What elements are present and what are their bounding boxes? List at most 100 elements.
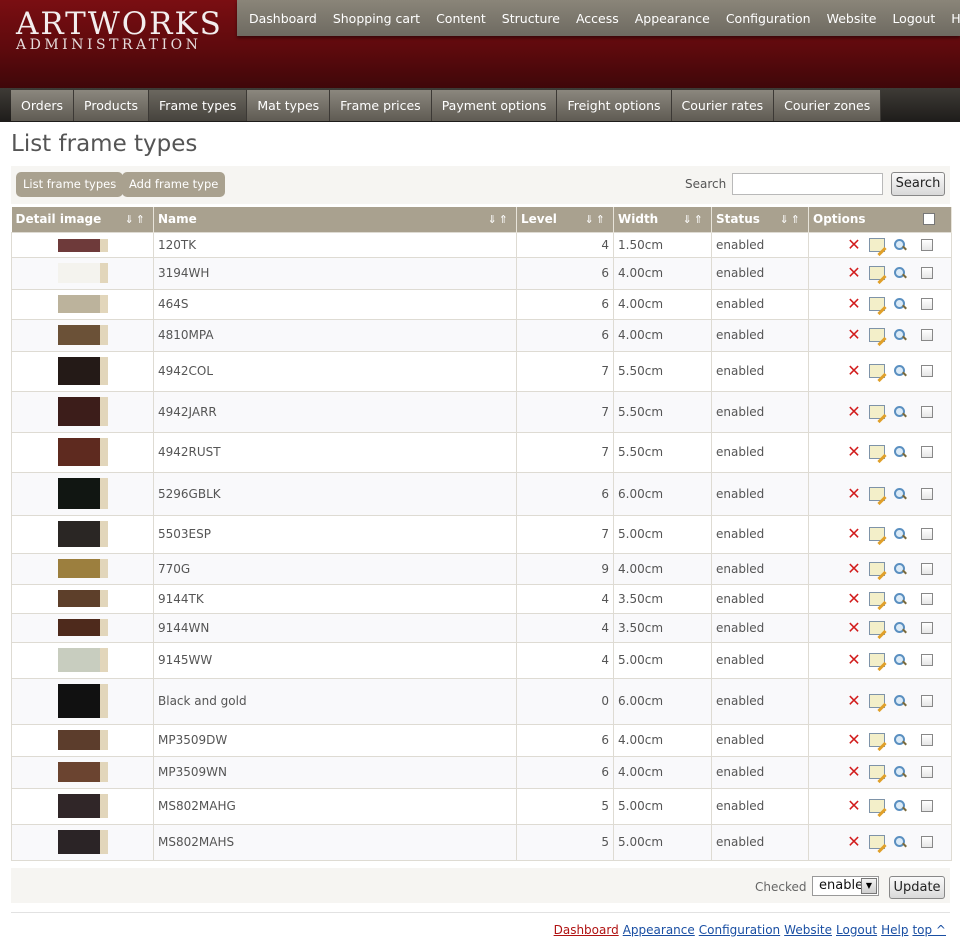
sort-arrows-icon[interactable]: ⇓⇑	[125, 213, 147, 226]
view-icon[interactable]	[893, 653, 907, 667]
delete-icon[interactable]: ✕	[847, 834, 861, 850]
row-checkbox[interactable]	[921, 365, 933, 377]
view-icon[interactable]	[893, 364, 907, 378]
frame-thumbnail[interactable]	[57, 619, 108, 636]
delete-icon[interactable]: ✕	[847, 732, 861, 748]
row-checkbox[interactable]	[921, 405, 933, 418]
add-frame-type-button[interactable]: Add frame type	[122, 172, 226, 197]
delete-icon[interactable]: ✕	[847, 327, 861, 343]
row-checkbox[interactable]	[921, 836, 933, 848]
frame-thumbnail[interactable]	[57, 559, 108, 578]
sort-arrows-icon[interactable]: ⇓⇑	[780, 213, 802, 226]
row-checkbox[interactable]	[921, 446, 933, 458]
row-checkbox[interactable]	[921, 766, 933, 778]
topnav-item[interactable]: Access	[568, 11, 627, 26]
edit-icon[interactable]	[869, 835, 885, 849]
frame-thumbnail[interactable]	[57, 794, 108, 818]
topnav-item[interactable]: Appearance	[627, 11, 718, 26]
edit-icon[interactable]	[869, 561, 885, 576]
row-checkbox[interactable]	[921, 267, 933, 279]
subnav-item[interactable]: Orders	[11, 90, 75, 121]
view-icon[interactable]	[893, 445, 907, 459]
edit-icon[interactable]	[869, 266, 885, 280]
view-icon[interactable]	[893, 694, 907, 708]
header-level[interactable]: Level ⇓⇑	[516, 207, 614, 232]
header-status[interactable]: Status ⇓⇑	[711, 207, 809, 232]
sort-arrows-icon[interactable]: ⇓⇑	[683, 213, 705, 226]
view-icon[interactable]	[893, 328, 907, 342]
frame-thumbnail[interactable]	[57, 730, 108, 750]
row-checkbox[interactable]	[921, 592, 933, 605]
row-checkbox[interactable]	[921, 487, 933, 500]
edit-icon[interactable]	[869, 591, 885, 606]
view-icon[interactable]	[893, 487, 907, 501]
delete-icon[interactable]: ✕	[847, 590, 861, 606]
topnav-item[interactable]: Logout	[884, 11, 943, 26]
subnav-item[interactable]: Payment options	[431, 90, 558, 121]
edit-icon[interactable]	[869, 328, 885, 342]
edit-icon[interactable]	[869, 527, 885, 541]
footer-link[interactable]: Dashboard	[554, 923, 619, 937]
bulk-status-select[interactable]: enable ▼	[812, 876, 879, 896]
view-icon[interactable]	[893, 765, 907, 779]
frame-thumbnail[interactable]	[57, 438, 108, 466]
edit-icon[interactable]	[869, 653, 885, 667]
edit-icon[interactable]	[869, 404, 885, 419]
edit-icon[interactable]	[869, 486, 885, 501]
footer-link[interactable]: Appearance	[623, 923, 695, 937]
subnav-item[interactable]: Courier rates	[671, 90, 775, 121]
topnav-item[interactable]: Configuration	[718, 11, 819, 26]
subnav-item[interactable]: Frame types	[149, 90, 248, 121]
footer-link[interactable]: Website	[784, 923, 832, 937]
frame-thumbnail[interactable]	[57, 263, 108, 283]
row-checkbox[interactable]	[921, 621, 933, 634]
view-icon[interactable]	[893, 621, 907, 635]
header-width[interactable]: Width ⇓⇑	[613, 207, 712, 232]
logo[interactable]: ARTWORKS ADMINISTRATION	[16, 8, 223, 52]
frame-thumbnail[interactable]	[57, 325, 108, 345]
frame-thumbnail[interactable]	[57, 590, 108, 607]
footer-link[interactable]: top ^	[912, 923, 946, 937]
edit-icon[interactable]	[869, 364, 885, 378]
topnav-item[interactable]: Website	[819, 11, 885, 26]
row-checkbox[interactable]	[921, 562, 933, 575]
dropdown-arrow-icon[interactable]: ▼	[861, 878, 877, 894]
row-checkbox[interactable]	[921, 329, 933, 341]
frame-thumbnail[interactable]	[57, 295, 108, 313]
frame-thumbnail[interactable]	[57, 238, 108, 252]
delete-icon[interactable]: ✕	[847, 265, 861, 281]
edit-icon[interactable]	[869, 733, 885, 747]
footer-link[interactable]: Logout	[836, 923, 877, 937]
edit-icon[interactable]	[869, 297, 885, 311]
edit-icon[interactable]	[869, 445, 885, 459]
topnav-item[interactable]: Shopping cart	[325, 11, 428, 26]
topnav-item[interactable]: Content	[428, 11, 494, 26]
delete-icon[interactable]: ✕	[847, 403, 861, 419]
search-button[interactable]: Search	[891, 172, 945, 196]
footer-link[interactable]: Help	[881, 923, 908, 937]
row-checkbox[interactable]	[921, 734, 933, 746]
frame-thumbnail[interactable]	[57, 648, 108, 672]
subnav-item[interactable]: Frame prices	[330, 90, 432, 121]
frame-thumbnail[interactable]	[57, 830, 108, 854]
view-icon[interactable]	[893, 266, 907, 280]
view-icon[interactable]	[893, 405, 907, 419]
delete-icon[interactable]: ✕	[847, 764, 861, 780]
frame-thumbnail[interactable]	[57, 762, 108, 782]
delete-icon[interactable]: ✕	[847, 485, 861, 501]
view-icon[interactable]	[893, 297, 907, 311]
delete-icon[interactable]: ✕	[847, 693, 861, 709]
row-checkbox[interactable]	[921, 528, 933, 540]
view-icon[interactable]	[893, 733, 907, 747]
sort-arrows-icon[interactable]: ⇓⇑	[488, 213, 510, 226]
subnav-item[interactable]: Freight options	[557, 90, 672, 121]
view-icon[interactable]	[893, 527, 907, 541]
delete-icon[interactable]: ✕	[847, 798, 861, 814]
view-icon[interactable]	[893, 592, 907, 606]
edit-icon[interactable]	[869, 799, 885, 813]
search-input[interactable]	[732, 173, 883, 195]
delete-icon[interactable]: ✕	[847, 363, 861, 379]
row-checkbox[interactable]	[921, 654, 933, 666]
view-icon[interactable]	[893, 835, 907, 849]
edit-icon[interactable]	[869, 765, 885, 779]
